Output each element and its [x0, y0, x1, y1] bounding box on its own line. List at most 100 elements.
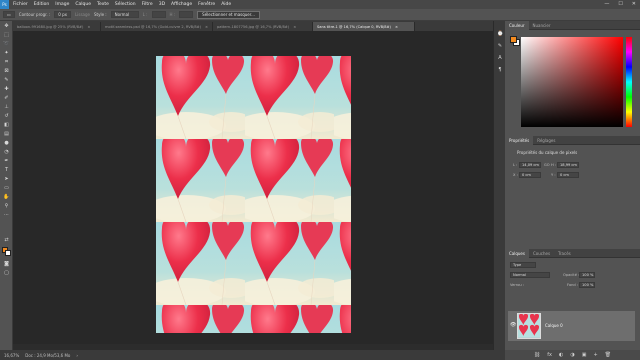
background-color-swatch[interactable]: [5, 250, 11, 256]
layer-style-icon[interactable]: fx: [547, 352, 552, 358]
blend-mode-select[interactable]: Normal: [510, 272, 550, 278]
tab-couleur[interactable]: Couleur: [505, 20, 529, 30]
width-input[interactable]: [151, 11, 166, 18]
close-icon[interactable]: ×: [293, 25, 296, 29]
layer-filter-select[interactable]: Type: [510, 262, 536, 268]
close-icon[interactable]: ✕: [632, 1, 636, 7]
menu-aide[interactable]: Aide: [221, 2, 231, 7]
foreground-color-swatch[interactable]: [510, 36, 517, 43]
crop-tool-icon[interactable]: ⌗: [3, 59, 10, 65]
character-panel-icon[interactable]: A: [497, 55, 503, 61]
opacity-field[interactable]: 100 %: [579, 272, 595, 278]
tab-traces[interactable]: Tracés: [554, 249, 575, 258]
magic-wand-tool-icon[interactable]: ✦: [3, 50, 10, 56]
hand-tool-icon[interactable]: ✋: [3, 194, 10, 200]
layer-row[interactable]: 👁 Calque 0: [508, 311, 635, 341]
menu-fenetre[interactable]: Fenêtre: [198, 2, 215, 7]
new-group-icon[interactable]: ▣: [582, 352, 587, 358]
tab-motif[interactable]: motif-seamless.psd @ 16,7% (Gold-cuivre …: [101, 22, 213, 31]
layers-footer: ⛓ fx ◐ ◑ ▣ + 🗑: [505, 350, 640, 360]
adjustment-layer-icon[interactable]: ◑: [570, 352, 574, 358]
select-and-mask-button[interactable]: Sélectionner et masquer...: [197, 10, 260, 19]
menu-calque[interactable]: Calque: [75, 2, 91, 7]
history-panel-icon[interactable]: ⌚: [497, 31, 503, 37]
color-picker-field[interactable]: [521, 37, 623, 127]
close-icon[interactable]: ×: [205, 25, 208, 29]
marquee-tool-icon[interactable]: ▭: [3, 11, 15, 18]
pen-tool-icon[interactable]: ✒: [3, 158, 10, 164]
zoom-tool-icon[interactable]: ⚲: [3, 203, 10, 209]
move-tool-icon[interactable]: ✥: [3, 23, 10, 29]
tab-nuancier[interactable]: Nuancier: [529, 21, 555, 30]
minimize-icon[interactable]: —: [604, 1, 609, 7]
collapsed-panels-strip: ⌚ ✎ A ¶: [493, 21, 505, 350]
delete-layer-icon[interactable]: 🗑: [605, 352, 611, 358]
tab-balloon[interactable]: balloon-991680.jpg @ 25% (RVB/8#) ×: [13, 22, 101, 31]
tab-proprietes[interactable]: Propriétés: [505, 135, 534, 145]
tab-couches[interactable]: Couches: [529, 249, 554, 258]
y-field[interactable]: 0 cm: [557, 172, 579, 178]
status-menu-arrow-icon[interactable]: ›: [76, 353, 78, 358]
artwork-balloon-pattern[interactable]: [156, 56, 351, 333]
link-layers-icon[interactable]: ⛓: [534, 352, 540, 358]
paragraph-panel-icon[interactable]: ¶: [497, 67, 503, 73]
height-field[interactable]: 18,99 cm: [557, 162, 579, 168]
history-brush-icon[interactable]: ↺: [3, 113, 10, 119]
healing-tool-icon[interactable]: ✚: [3, 86, 10, 92]
stamp-tool-icon[interactable]: ⊥: [3, 104, 10, 110]
maximize-icon[interactable]: ☐: [618, 1, 622, 7]
tab-calques[interactable]: Calques: [505, 248, 529, 258]
tab-pattern[interactable]: pattern-1807756.jpg @ 16,7% (RVB/8#) ×: [213, 22, 313, 31]
fill-field[interactable]: 100 %: [579, 282, 595, 288]
visibility-eye-icon[interactable]: 👁: [510, 322, 516, 328]
layer-name[interactable]: Calque 0: [545, 323, 563, 328]
dodge-tool-icon[interactable]: ◔: [3, 149, 10, 155]
menu-affichage[interactable]: Affichage: [171, 2, 192, 7]
brush-tool-icon[interactable]: ✐: [3, 95, 10, 101]
contour-input[interactable]: 0 px: [54, 11, 72, 18]
blur-tool-icon[interactable]: ●: [3, 140, 10, 146]
layer-mask-icon[interactable]: ◐: [559, 352, 563, 358]
eraser-tool-icon[interactable]: ◧: [3, 122, 10, 128]
tab-reglages[interactable]: Réglages: [533, 136, 559, 145]
canvas-area[interactable]: [13, 31, 493, 350]
status-bar: 16,67% Doc : 24,9 Mo/53,6 Mo ›: [0, 350, 505, 360]
color-panel-tabs: Couleur Nuancier: [505, 20, 640, 30]
menu-image[interactable]: Image: [55, 2, 69, 7]
menu-3d[interactable]: 3D: [159, 2, 165, 7]
more-tools-icon[interactable]: ⋯: [3, 212, 10, 218]
close-icon[interactable]: ×: [395, 25, 398, 29]
brush-settings-icon[interactable]: ✎: [497, 43, 503, 49]
lissage-checkbox[interactable]: Lissage: [75, 12, 90, 17]
lasso-tool-icon[interactable]: ➰: [3, 41, 10, 47]
link-dimensions-icon[interactable]: GO: [544, 163, 550, 167]
tab-sans-titre[interactable]: Sans titre-1 @ 16,7% (Calque 0, RVB/8#) ×: [313, 22, 415, 31]
marquee-tool-icon[interactable]: ⬚: [3, 32, 10, 38]
shape-tool-icon[interactable]: ▭: [3, 185, 10, 191]
menu-filtre[interactable]: Filtre: [142, 2, 153, 7]
menu-selection[interactable]: Sélection: [115, 2, 136, 7]
properties-title: Propriétés du calque de pixels: [517, 150, 578, 155]
zoom-level[interactable]: 16,67%: [4, 353, 19, 358]
gradient-tool-icon[interactable]: ▤: [3, 131, 10, 137]
eyedropper-tool-icon[interactable]: ✎: [3, 77, 10, 83]
quick-mask-icon[interactable]: ◙: [3, 261, 10, 267]
new-layer-icon[interactable]: +: [594, 352, 598, 358]
menu-texte[interactable]: Texte: [97, 2, 109, 7]
y-label: Y :: [551, 173, 556, 177]
path-select-tool-icon[interactable]: ➤: [3, 176, 10, 182]
type-tool-icon[interactable]: T: [3, 167, 10, 173]
frame-tool-icon[interactable]: ⊠: [3, 68, 10, 74]
menu-fichier[interactable]: Fichier: [13, 2, 28, 7]
height-input[interactable]: [179, 11, 194, 18]
photoshop-logo-icon: Ps: [0, 0, 9, 9]
style-select[interactable]: Normal: [110, 11, 139, 18]
x-field[interactable]: 0 cm: [519, 172, 541, 178]
width-label: L :: [142, 12, 148, 17]
swap-colors-icon[interactable]: ⇄: [3, 237, 10, 243]
menu-edition[interactable]: Edition: [34, 2, 50, 7]
screen-mode-icon[interactable]: ▢: [3, 270, 10, 276]
width-field[interactable]: 14,09 cm: [519, 162, 541, 168]
close-icon[interactable]: ×: [87, 25, 90, 29]
hue-slider[interactable]: [626, 37, 632, 127]
